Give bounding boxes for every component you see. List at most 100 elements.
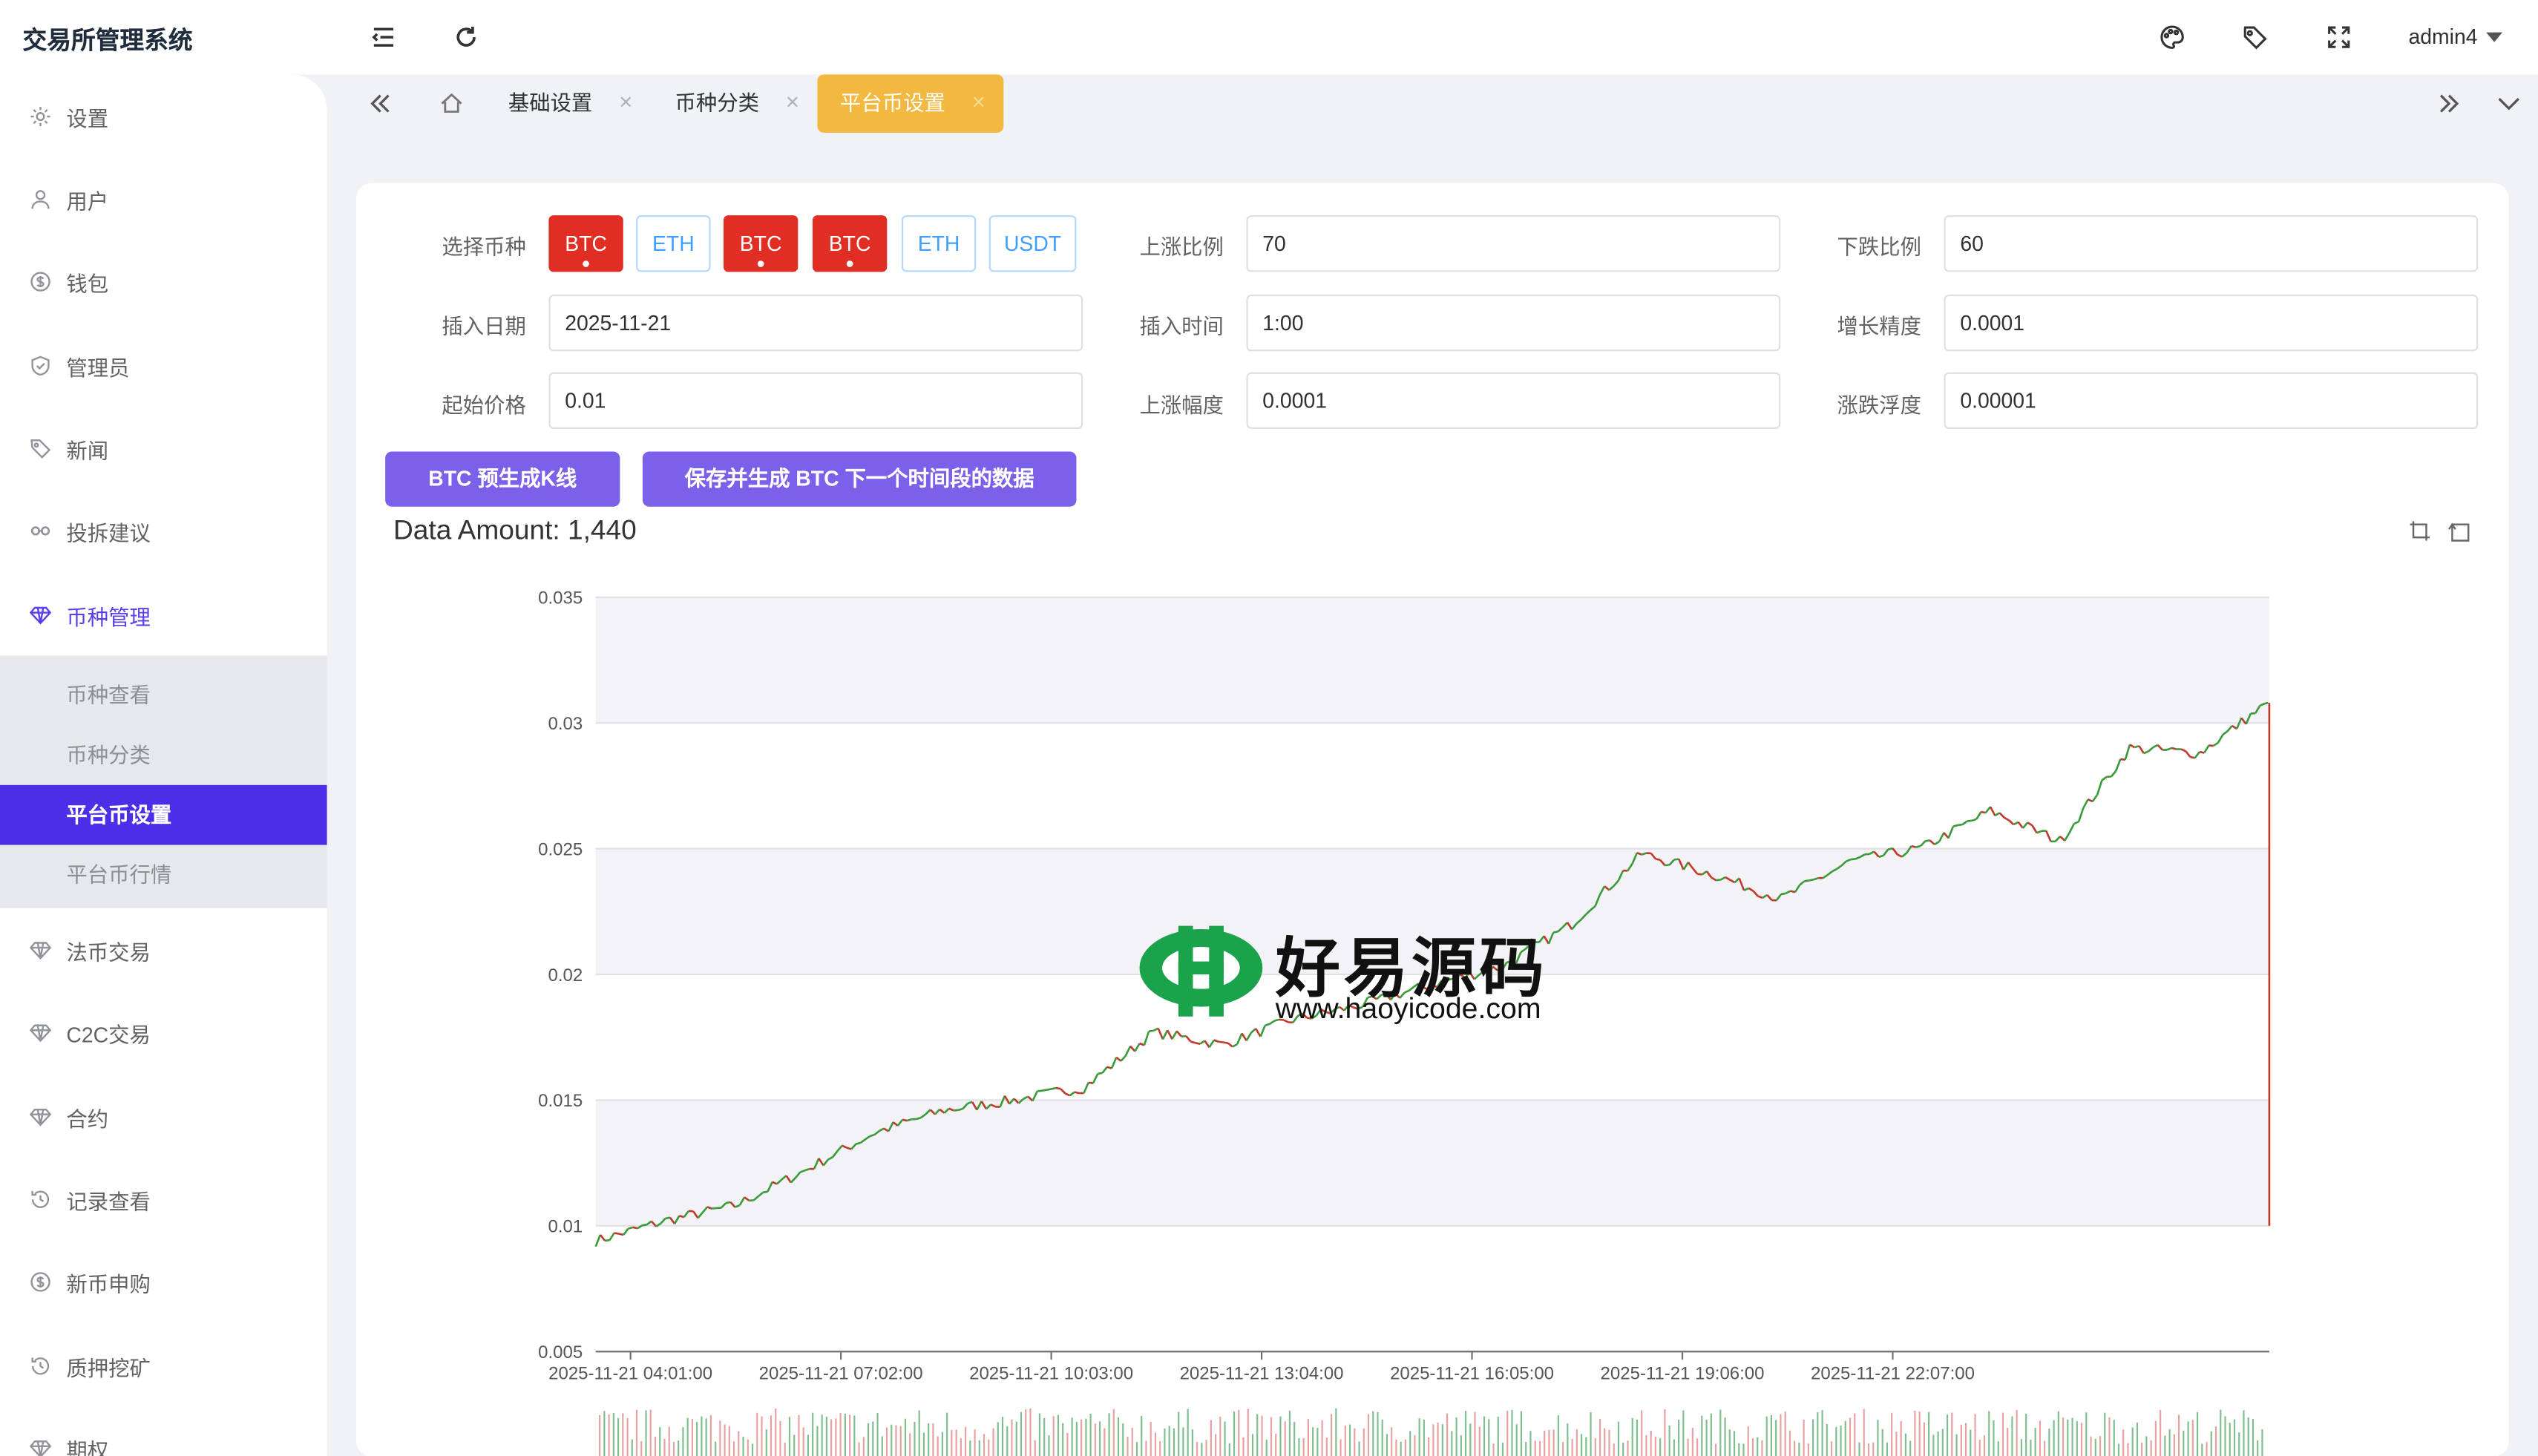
volume-bar bbox=[1937, 1431, 1939, 1456]
volume-bar bbox=[1636, 1419, 1639, 1456]
volume-bar bbox=[1168, 1426, 1170, 1456]
x-tick-label: 2025-11-21 22:07:00 bbox=[1811, 1363, 1975, 1383]
volume-bar bbox=[1821, 1410, 1823, 1456]
volume-bar bbox=[899, 1426, 902, 1456]
chart-band bbox=[595, 597, 2269, 724]
kline-segment bbox=[712, 1207, 717, 1210]
kline-segment bbox=[1092, 1073, 1099, 1084]
volume-bar bbox=[2007, 1427, 2009, 1456]
volume-bar bbox=[937, 1436, 939, 1456]
volume-bar bbox=[835, 1418, 837, 1456]
kline-segment bbox=[1245, 1032, 1253, 1041]
volume-bar bbox=[812, 1412, 814, 1456]
volume-bar bbox=[1627, 1440, 1629, 1456]
kline-segment bbox=[2171, 747, 2177, 750]
kline-segment bbox=[1915, 845, 1921, 848]
y-tick-label: 0.02 bbox=[548, 965, 583, 986]
volume-bar bbox=[1951, 1412, 1953, 1456]
volume-bar bbox=[1131, 1428, 1133, 1456]
kline-segment bbox=[1190, 1040, 1196, 1044]
volume-bar bbox=[1895, 1432, 1898, 1456]
volume-bar bbox=[1228, 1443, 1230, 1456]
volume-bar bbox=[1164, 1428, 1166, 1456]
kline-segment bbox=[1023, 1095, 1029, 1100]
volume-bar bbox=[747, 1439, 749, 1456]
volume-bar bbox=[2257, 1440, 2259, 1456]
volume-bar bbox=[1757, 1437, 1759, 1456]
volume-bar bbox=[891, 1424, 893, 1456]
kline-segment bbox=[2185, 750, 2191, 758]
volume-bar bbox=[1997, 1441, 1999, 1456]
volume-bar bbox=[1275, 1433, 1277, 1456]
volume-bar bbox=[1613, 1443, 1615, 1456]
kline-segment bbox=[1115, 1056, 1122, 1062]
volume-bar bbox=[663, 1438, 666, 1456]
volume-bar bbox=[1886, 1442, 1889, 1456]
volume-bar bbox=[1701, 1415, 1703, 1456]
kline-segment bbox=[1255, 1028, 1262, 1037]
volume-bar bbox=[1501, 1442, 1504, 1456]
volume-bar bbox=[2141, 1442, 2143, 1456]
volume-bar bbox=[1928, 1411, 1930, 1456]
x-tick-label: 2025-11-21 10:03:00 bbox=[969, 1363, 1133, 1383]
volume-bar bbox=[1363, 1428, 1365, 1456]
volume-bar bbox=[978, 1440, 980, 1456]
volume-bar bbox=[2183, 1430, 2185, 1456]
volume-bar bbox=[1205, 1440, 1207, 1456]
volume-bar bbox=[738, 1431, 740, 1456]
kline-segment bbox=[623, 1227, 629, 1236]
volume-bar bbox=[1932, 1434, 1935, 1456]
volume-bar bbox=[1872, 1442, 1875, 1456]
volume-bar bbox=[701, 1416, 703, 1456]
volume-bar bbox=[2238, 1432, 2240, 1456]
volume-bar bbox=[2229, 1423, 2231, 1456]
kline-segment bbox=[1952, 824, 1958, 827]
y-tick-label: 0.015 bbox=[538, 1091, 583, 1111]
volume-bar bbox=[2201, 1443, 2203, 1456]
kline-segment bbox=[679, 1214, 685, 1219]
volume-bar bbox=[1081, 1419, 1083, 1456]
kline-segment bbox=[1878, 854, 1884, 858]
kline-segment bbox=[1971, 818, 1977, 822]
volume-bar bbox=[1914, 1411, 1916, 1456]
volume-bar bbox=[770, 1415, 773, 1456]
volume-bar bbox=[1354, 1428, 1356, 1456]
volume-bar bbox=[1089, 1413, 1092, 1456]
volume-bar bbox=[691, 1418, 694, 1456]
kline-segment bbox=[856, 1141, 862, 1145]
volume-bar bbox=[719, 1420, 721, 1456]
volume-bar bbox=[672, 1441, 675, 1456]
kline-segment bbox=[1171, 1030, 1178, 1040]
volume-bar bbox=[1900, 1420, 1902, 1456]
kline-segment bbox=[2264, 701, 2269, 705]
volume-bar bbox=[2177, 1414, 2180, 1456]
x-tick-label: 2025-11-21 13:04:00 bbox=[1180, 1363, 1344, 1383]
volume-bar bbox=[2173, 1434, 2175, 1456]
volume-bar bbox=[1270, 1417, 1273, 1456]
kline-segment bbox=[1804, 879, 1809, 882]
volume-bar bbox=[1159, 1441, 1161, 1456]
kline-segment bbox=[1925, 839, 1930, 842]
volume-bar bbox=[793, 1434, 796, 1456]
volume-bar bbox=[2210, 1431, 2212, 1456]
kline-segment bbox=[2134, 744, 2139, 749]
volume-bar bbox=[1955, 1434, 1958, 1456]
volume-bar bbox=[1279, 1416, 1282, 1456]
volume-bar bbox=[946, 1412, 948, 1456]
kline-segment bbox=[1961, 820, 1968, 826]
kline-segment bbox=[1161, 1029, 1169, 1040]
volume-bar bbox=[1775, 1420, 1777, 1456]
volume-bar bbox=[1358, 1441, 1360, 1456]
volume-bar bbox=[909, 1433, 911, 1456]
volume-bar bbox=[1617, 1421, 1620, 1456]
volume-bar bbox=[2011, 1416, 2013, 1456]
volume-bar bbox=[1645, 1434, 1647, 1456]
volume-bar bbox=[2085, 1412, 2088, 1456]
volume-bar bbox=[1020, 1411, 1023, 1456]
volume-bar bbox=[1867, 1443, 1870, 1456]
volume-bar bbox=[1182, 1427, 1184, 1456]
volume-bar bbox=[974, 1429, 976, 1456]
kline-segment bbox=[2101, 775, 2108, 781]
volume-bar bbox=[1048, 1435, 1050, 1456]
kline-segment bbox=[2180, 748, 2186, 752]
